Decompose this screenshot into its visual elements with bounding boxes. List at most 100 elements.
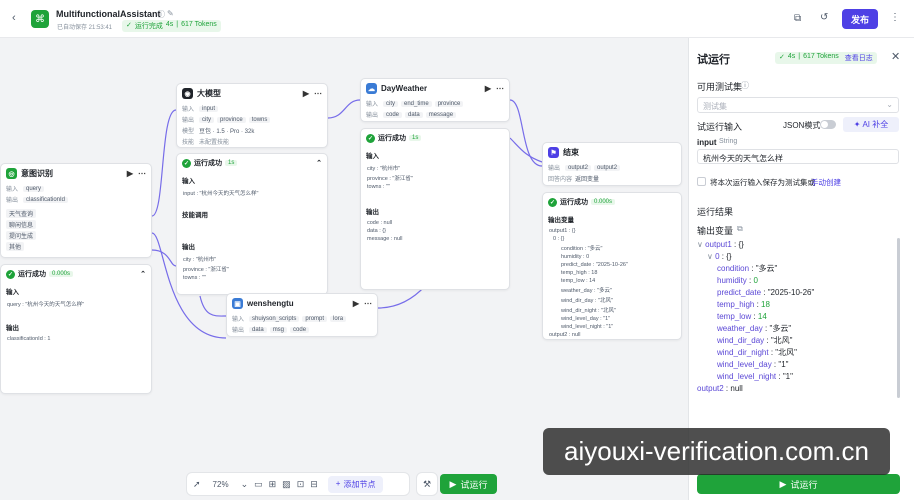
end-icon: ⚑ bbox=[548, 147, 559, 158]
minimap-icon[interactable]: ⊟ bbox=[310, 479, 318, 490]
back-icon[interactable]: ‹ bbox=[12, 12, 16, 24]
more-icon[interactable]: ⋯ bbox=[314, 89, 322, 98]
var-type: String bbox=[719, 138, 738, 145]
chevron-down-icon[interactable]: ⌄ bbox=[241, 479, 249, 490]
image-gen-icon: ▣ bbox=[232, 298, 243, 309]
view-log-link[interactable]: 查看日志 bbox=[845, 53, 873, 63]
wenshengtu-node[interactable]: ▣ wenshengtu ▶ ⋯ 输入 shuiyson_scripts prompt l… bbox=[226, 293, 378, 337]
output-var: classificationId bbox=[23, 196, 69, 203]
tool-icon-button[interactable]: ⚒ bbox=[416, 472, 438, 496]
save-testset-checkbox[interactable] bbox=[697, 177, 706, 186]
testset-label: 可用测试集 bbox=[697, 82, 743, 92]
end-result-card: ✓ 运行成功 0.000s 输出变量 output1 : {} 0 : {} con… bbox=[542, 192, 682, 340]
end-node[interactable]: ⚑ 结束 输出 output2 output2 回答内容 返回变量 bbox=[542, 142, 682, 186]
collapse-icon[interactable]: ⌃ bbox=[316, 159, 322, 167]
comment-icon[interactable]: ▭ bbox=[254, 479, 263, 490]
tree-row: temp_high : 18 bbox=[717, 300, 770, 309]
play-icon: ▶ bbox=[779, 478, 787, 489]
publish-button[interactable]: 发布 bbox=[842, 9, 878, 29]
success-icon: ✓ bbox=[548, 197, 557, 207]
play-icon[interactable]: ▶ bbox=[353, 299, 359, 308]
more-icon[interactable]: ⋯ bbox=[496, 84, 504, 93]
close-icon[interactable]: ✕ bbox=[891, 50, 900, 63]
intent-option: 天气查询 bbox=[6, 209, 37, 218]
cursor-icon[interactable]: ➚ bbox=[193, 479, 201, 490]
plus-icon: + bbox=[335, 478, 341, 488]
autosave-text: 已自动保存 21:53:41 bbox=[57, 25, 113, 31]
play-icon[interactable]: ▶ bbox=[303, 89, 309, 98]
intent-node[interactable]: ◎ 意图识别 ▶ ⋯ 输入 query 输出 classificationId 天气查询… bbox=[0, 163, 152, 258]
tree-row: wind_level_night : "1" bbox=[717, 372, 793, 381]
tree-row: temp_low : 14 bbox=[717, 312, 767, 321]
canvas-toolbar: ➚ 72% ⌄ ▭ ⊞ ▨ ⊡ ⊟ + 添加节点 bbox=[186, 472, 410, 496]
intent-option: 聊闲信息 bbox=[6, 220, 37, 229]
tree-row: predict_date : "2025-10-26" bbox=[717, 288, 815, 297]
tree-row: wind_dir_day : "北风" bbox=[717, 336, 793, 345]
test-run-button[interactable]: ▶ 试运行 bbox=[440, 474, 497, 494]
history-icon[interactable]: ↺ bbox=[820, 12, 828, 23]
tree-row[interactable]: ∨ output1 : {} bbox=[697, 239, 901, 251]
panel-title: 试运行 bbox=[697, 54, 730, 66]
run-result-label: 运行结果 bbox=[697, 207, 734, 217]
add-node-button[interactable]: + 添加节点 bbox=[327, 475, 384, 493]
scrollbar[interactable] bbox=[897, 238, 900, 398]
edit-icon[interactable]: ✎ bbox=[167, 9, 174, 18]
success-icon: ✓ bbox=[182, 158, 191, 168]
intent-option: 提问生成 bbox=[6, 231, 37, 240]
run-input-label: 试运行输入 bbox=[697, 122, 743, 132]
collapse-icon[interactable]: ⌃ bbox=[140, 270, 146, 278]
llm-result-card: ✓ 运行成功 1s ⌃ 输入 input : "杭州今天的天气怎么样" 技能调用 输出… bbox=[176, 153, 328, 295]
output-var-label: 输出变量 bbox=[697, 226, 734, 236]
check-icon: ✓ bbox=[126, 22, 132, 29]
plugin-icon: ☁ bbox=[366, 83, 377, 94]
json-mode-label: JSON模式 bbox=[783, 121, 821, 130]
json-mode-toggle[interactable] bbox=[820, 120, 836, 129]
check-icon: ✓ bbox=[779, 54, 785, 61]
tree-row: wind_level_day : "1" bbox=[717, 360, 789, 369]
copy-icon[interactable]: ⧉ bbox=[737, 224, 743, 234]
dayweather-result-card: ✓ 运行成功 1s 输入 city : "杭州市" province : "浙江省"… bbox=[360, 128, 510, 290]
top-bar: ‹ ⌘ MultifunctionalAssistant ⓘ ✎ 已自动保存 2… bbox=[0, 0, 914, 38]
image-icon[interactable]: ▨ bbox=[282, 479, 291, 490]
fit-icon[interactable]: ⊡ bbox=[297, 479, 305, 490]
success-icon: ✓ bbox=[6, 269, 15, 279]
copy-icon[interactable]: ⧉ bbox=[794, 13, 801, 24]
more-icon[interactable]: ⋮ bbox=[890, 12, 900, 23]
sparkle-icon: ✦ bbox=[853, 120, 861, 129]
input-field[interactable]: 杭州今天的天气怎么样 bbox=[697, 149, 899, 164]
zoom-select[interactable]: 72% bbox=[207, 480, 235, 489]
intent-result-card: ✓ 运行成功 0.000s ⌃ 输入 query : "杭州今天的天气怎么样" 输出 … bbox=[0, 264, 152, 394]
run-status-badge: ✓ 运行完成 4s | 617 Tokens bbox=[122, 20, 221, 32]
llm-node[interactable]: ◉ 大模型 ▶ ⋯ 输入 input 输出 city province towns 模型 豆包… bbox=[176, 83, 328, 148]
testset-select[interactable]: 测试集 ⌄ bbox=[697, 97, 899, 113]
app-title: MultifunctionalAssistant bbox=[56, 9, 161, 19]
tree-row: condition : "多云" bbox=[717, 264, 778, 273]
more-icon[interactable]: ⋯ bbox=[364, 299, 372, 308]
intent-option: 其他 bbox=[6, 242, 25, 251]
dayweather-node[interactable]: ☁ DayWeather ▶ ⋯ 输入 city end_time province 输出… bbox=[360, 78, 510, 122]
run-button[interactable]: ▶ 试运行 bbox=[697, 474, 900, 494]
tree-row: humidity : 0 bbox=[717, 276, 758, 285]
ai-fill-button[interactable]: ✦ AI 补全 bbox=[843, 117, 899, 132]
intent-icon: ◎ bbox=[6, 168, 17, 179]
play-icon: ▶ bbox=[449, 478, 457, 489]
tree-row: output2 : null bbox=[697, 384, 743, 393]
more-icon[interactable]: ⋯ bbox=[138, 169, 146, 178]
intent-title: 意图识别 bbox=[21, 169, 53, 178]
tree-row: weather_day : "多云" bbox=[717, 324, 792, 333]
info-icon[interactable]: ⓘ bbox=[157, 9, 165, 20]
chevron-down-icon: ⌄ bbox=[886, 100, 893, 109]
panel-status-badge: ✓ 4s | 617 Tokens 查看日志 bbox=[775, 52, 877, 64]
var-name: input bbox=[697, 138, 717, 147]
tree-row[interactable]: ∨ 0 : {} bbox=[697, 251, 901, 263]
llm-icon: ◉ bbox=[182, 88, 193, 99]
watermark: aiyouxi-verification.com.cn bbox=[543, 428, 890, 475]
layout-icon[interactable]: ⊞ bbox=[269, 479, 277, 490]
save-testset-text: 将本次运行输入保存为测试集或 bbox=[710, 178, 815, 187]
help-icon: ⓘ bbox=[741, 81, 749, 90]
output-tree: ∨ output1 : {} ∨ 0 : {} condition : "多云" hu… bbox=[697, 239, 901, 399]
play-icon[interactable]: ▶ bbox=[485, 84, 491, 93]
success-icon: ✓ bbox=[366, 133, 375, 143]
manual-create-link[interactable]: 手动创建 bbox=[811, 177, 841, 188]
play-icon[interactable]: ▶ bbox=[127, 169, 133, 178]
